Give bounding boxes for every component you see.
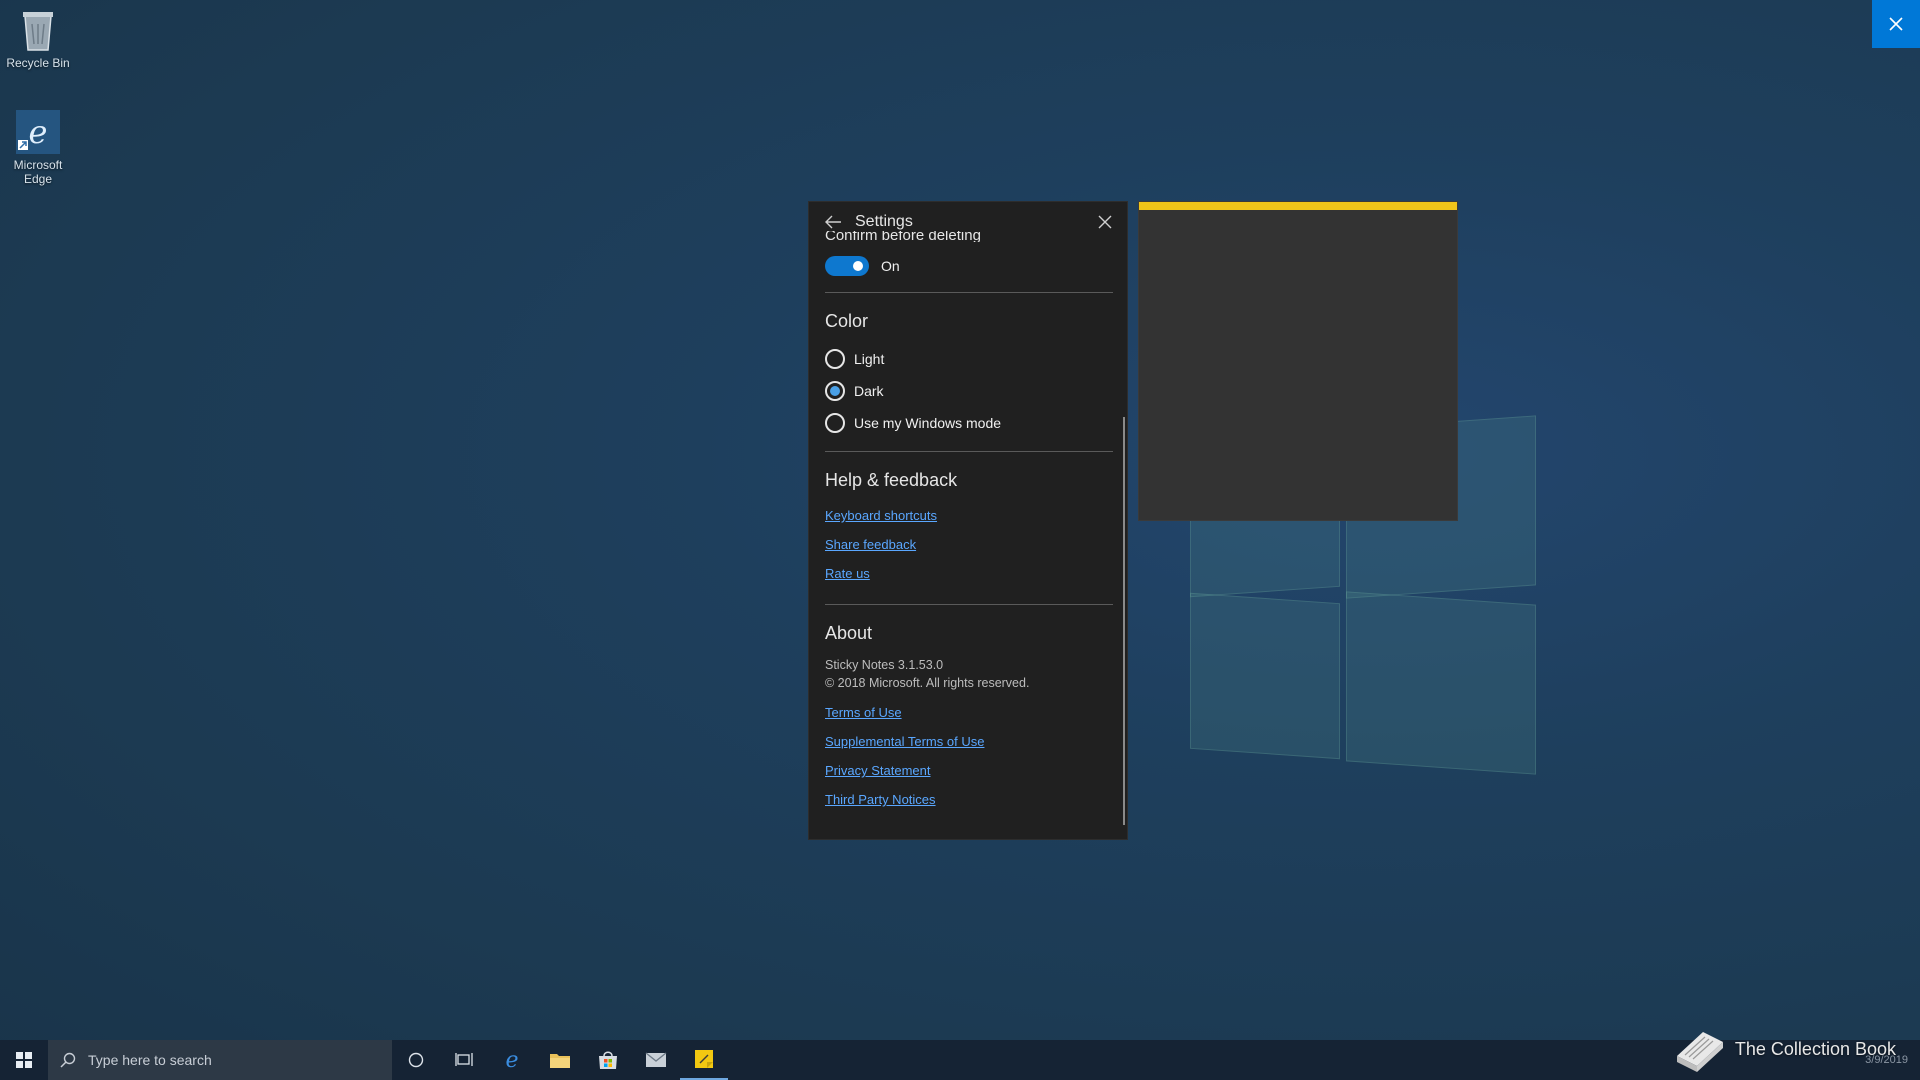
divider <box>825 292 1113 293</box>
close-button[interactable] <box>1872 0 1920 48</box>
confirm-delete-toggle-row: On <box>825 256 1113 276</box>
about-info: Sticky Notes 3.1.53.0 © 2018 Microsoft. … <box>825 656 1113 692</box>
close-icon <box>1098 215 1112 229</box>
divider <box>825 604 1113 605</box>
search-box[interactable]: Type here to search <box>48 1040 392 1080</box>
version-text: Sticky Notes 3.1.53.0 <box>825 658 944 672</box>
radio-button[interactable] <box>825 413 845 433</box>
radio-light[interactable]: Light <box>825 343 1113 375</box>
start-button[interactable] <box>0 1040 48 1080</box>
radio-label: Use my Windows mode <box>854 415 1002 431</box>
svg-text:e: e <box>29 113 48 151</box>
color-section-title: Color <box>825 311 869 331</box>
sticky-notes-taskbar-button[interactable] <box>680 1040 728 1080</box>
desktop-icon-label: Recycle Bin <box>6 56 70 70</box>
toggle-knob <box>853 261 863 271</box>
radio-dark[interactable]: Dark <box>825 375 1113 407</box>
store-button[interactable] <box>584 1040 632 1080</box>
file-explorer-button[interactable] <box>536 1040 584 1080</box>
copyright-text: © 2018 Microsoft. All rights reserved. <box>825 676 1030 690</box>
third-party-notices-link[interactable]: Third Party Notices <box>825 785 1113 814</box>
svg-text:e: e <box>505 1049 518 1071</box>
terms-of-use-link[interactable]: Terms of Use <box>825 698 1113 727</box>
watermark: The Collection Book <box>1673 1026 1896 1072</box>
cortana-icon <box>408 1052 424 1068</box>
color-options: Light Dark Use my Windows mode <box>825 343 1113 439</box>
mail-icon <box>645 1052 667 1067</box>
supplemental-terms-link[interactable]: Supplemental Terms of Use <box>825 727 1113 756</box>
store-icon <box>599 1051 617 1069</box>
about-links: Terms of Use Supplemental Terms of Use P… <box>825 698 1113 814</box>
edge-taskbar-button[interactable]: e <box>488 1040 536 1080</box>
desktop-icon-label: Microsoft Edge <box>13 158 63 186</box>
radio-label: Light <box>854 351 885 367</box>
desktop-icon-recycle-bin[interactable]: Recycle Bin <box>0 8 76 70</box>
settings-panel: Settings Confirm before deleting On Colo… <box>808 201 1128 840</box>
help-section-title: Help & feedback <box>825 470 958 490</box>
scrollbar[interactable] <box>1123 417 1125 825</box>
cortana-button[interactable] <box>392 1040 440 1080</box>
note-color-bar <box>1139 202 1457 210</box>
divider <box>825 451 1113 452</box>
close-icon <box>1889 17 1903 31</box>
recycle-bin-icon <box>16 8 60 52</box>
task-view-button[interactable] <box>440 1040 488 1080</box>
edge-icon: e <box>16 110 60 154</box>
help-links: Keyboard shortcuts Share feedback Rate u… <box>825 501 1113 588</box>
settings-title: Settings <box>855 213 913 230</box>
radio-windows-mode[interactable]: Use my Windows mode <box>825 407 1113 439</box>
radio-label: Dark <box>854 383 884 399</box>
sticky-note[interactable] <box>1138 201 1458 521</box>
desktop-icon-edge[interactable]: e Microsoft Edge <box>0 110 76 186</box>
rate-us-link[interactable]: Rate us <box>825 559 1113 588</box>
confirm-delete-toggle[interactable] <box>825 256 869 276</box>
watermark-text: The Collection Book <box>1734 1038 1896 1059</box>
radio-button[interactable] <box>825 349 845 369</box>
folder-icon <box>550 1054 570 1068</box>
search-placeholder: Type here to search <box>88 1052 212 1068</box>
radio-button-selected[interactable] <box>825 381 845 401</box>
privacy-statement-link[interactable]: Privacy Statement <box>825 756 1113 785</box>
settings-content: Confirm before deleting On Color Light D… <box>825 231 1113 814</box>
keyboard-shortcuts-link[interactable]: Keyboard shortcuts <box>825 501 1113 530</box>
task-view-icon <box>455 1053 473 1066</box>
book-icon <box>1676 1032 1723 1072</box>
sticky-notes-icon <box>695 1050 713 1068</box>
about-section-title: About <box>825 623 873 643</box>
search-icon <box>60 1052 76 1068</box>
back-arrow-icon <box>825 215 841 229</box>
edge-icon: e <box>505 1049 518 1071</box>
toggle-state-label: On <box>881 258 900 274</box>
windows-start-icon <box>16 1052 32 1068</box>
confirm-delete-label: Confirm before deleting <box>825 231 981 242</box>
share-feedback-link[interactable]: Share feedback <box>825 530 1113 559</box>
taskbar: Type here to search e 3/9/2019 <box>0 1040 1920 1080</box>
mail-button[interactable] <box>632 1040 680 1080</box>
